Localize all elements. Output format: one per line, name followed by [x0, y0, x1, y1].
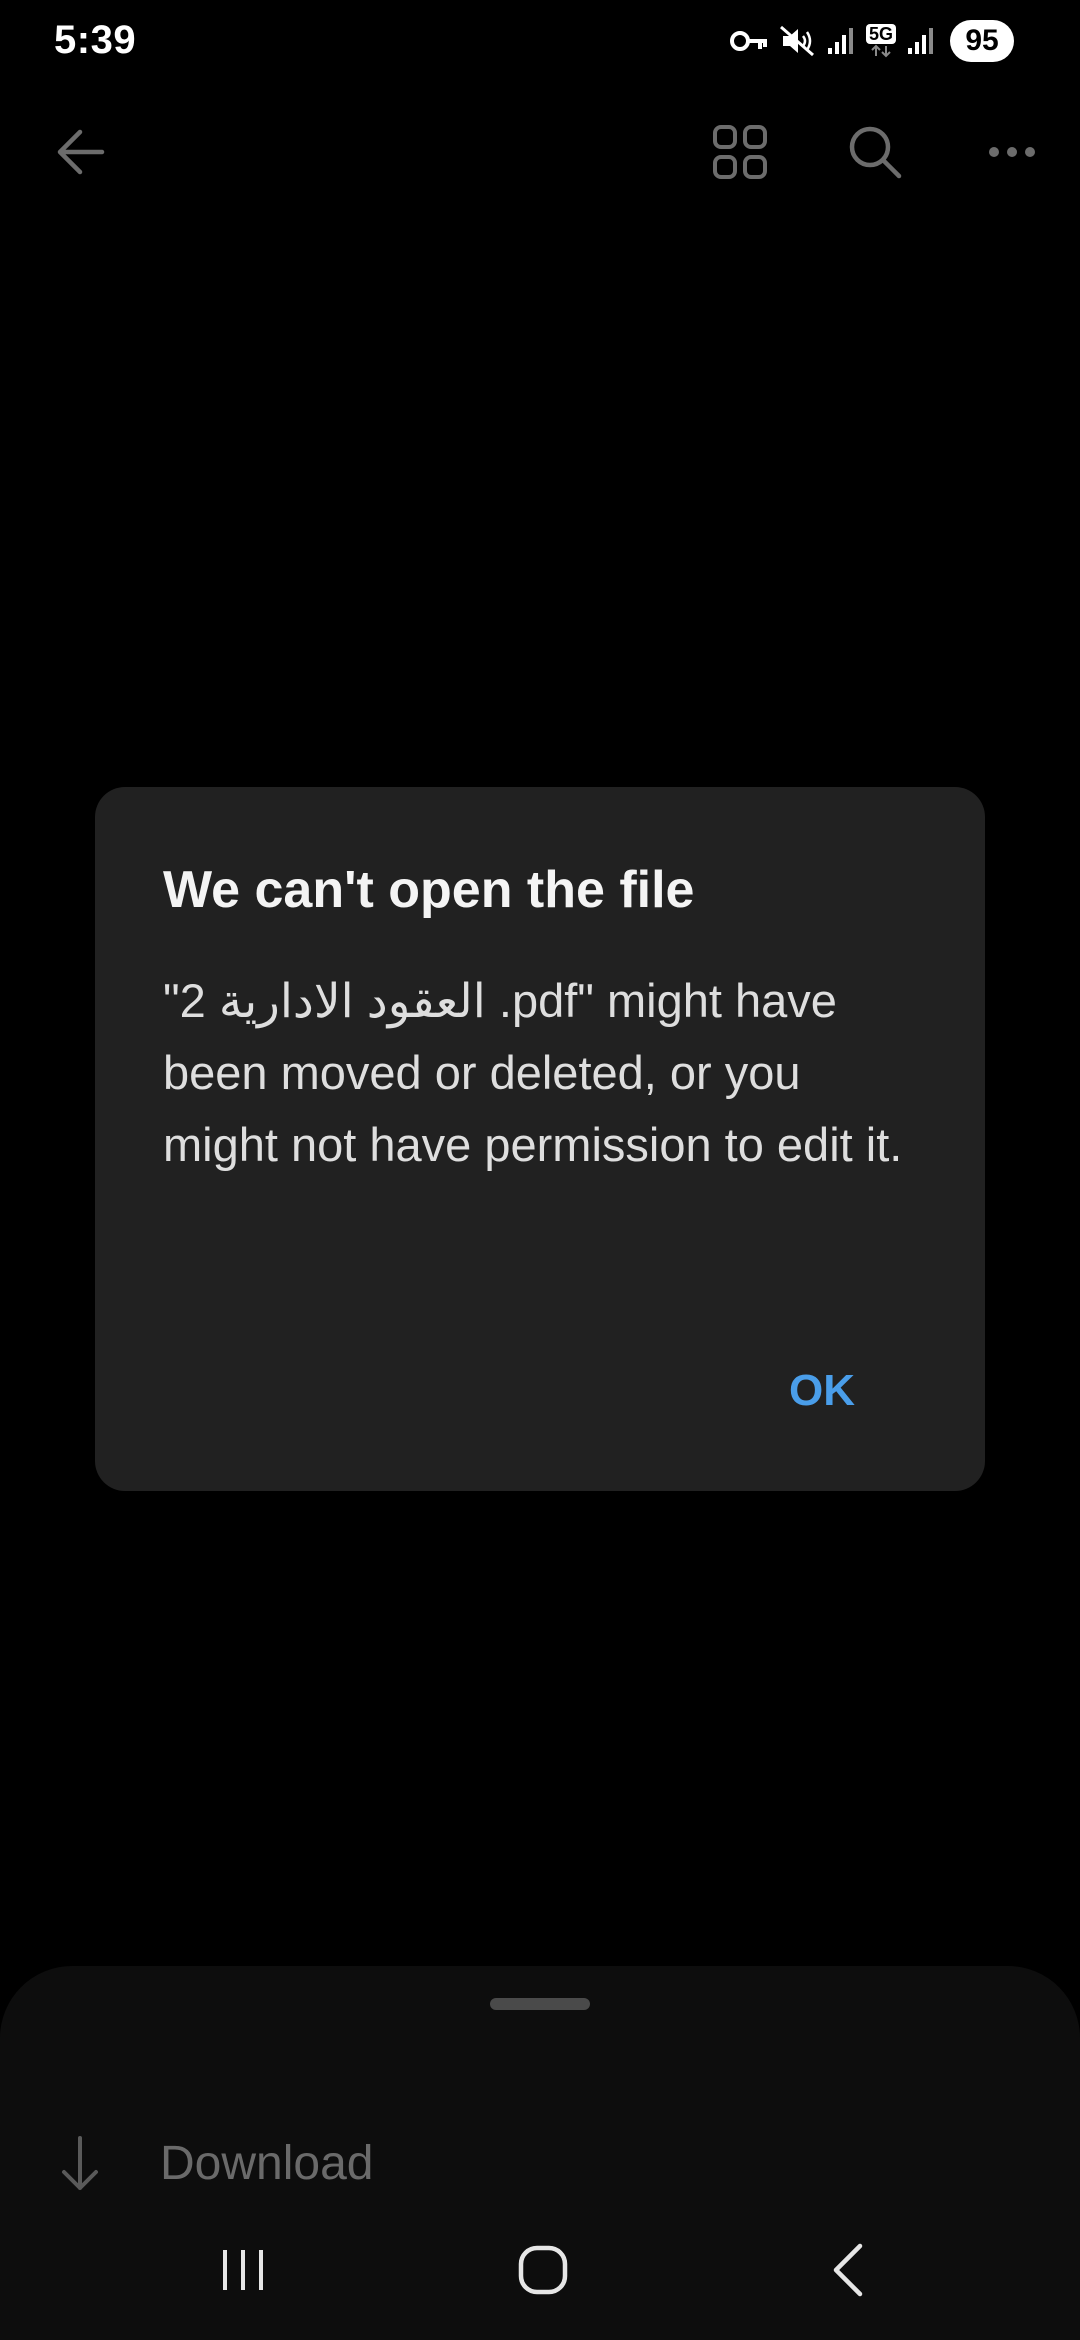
recent-apps-icon [219, 2246, 267, 2299]
status-icons: 5G 95 [729, 18, 1014, 64]
more-options-icon [988, 145, 1036, 164]
nav-back-button[interactable] [768, 2205, 928, 2340]
5g-icon: 5G [865, 24, 896, 58]
navigation-bar [0, 2205, 1080, 2340]
more-options-button[interactable] [962, 100, 1062, 208]
dialog-message: "2 العقود الادارية .pdf" might have been… [163, 974, 903, 1171]
ok-button[interactable]: OK [777, 1346, 867, 1436]
app-toolbar [0, 100, 1080, 208]
search-icon [847, 124, 903, 185]
back-arrow-icon [54, 126, 106, 183]
error-dialog: We can't open the file "2 العقود الاداري… [95, 787, 985, 1491]
sheet-item-label: Download [160, 2137, 374, 2190]
recent-apps-button[interactable] [163, 2205, 323, 2340]
home-button[interactable] [463, 2205, 623, 2340]
5g-label: 5G [865, 24, 896, 44]
vpn-key-icon [729, 26, 770, 56]
mute-icon [779, 24, 816, 58]
home-icon [517, 2244, 569, 2301]
dialog-title: We can't open the file [163, 861, 695, 919]
back-button[interactable] [30, 100, 130, 208]
signal-icon [826, 26, 856, 56]
signal-icon [906, 26, 936, 56]
grid-view-button[interactable] [690, 100, 790, 208]
battery-icon: 95 [950, 20, 1014, 62]
grid-view-icon [712, 124, 768, 185]
back-icon [828, 2242, 868, 2303]
status-bar: 5:39 5G 95 [0, 0, 1080, 80]
status-time: 5:39 [54, 18, 137, 62]
sheet-drag-handle[interactable] [490, 1998, 590, 2010]
search-button[interactable] [825, 100, 925, 208]
download-arrow-icon [58, 2134, 102, 2199]
